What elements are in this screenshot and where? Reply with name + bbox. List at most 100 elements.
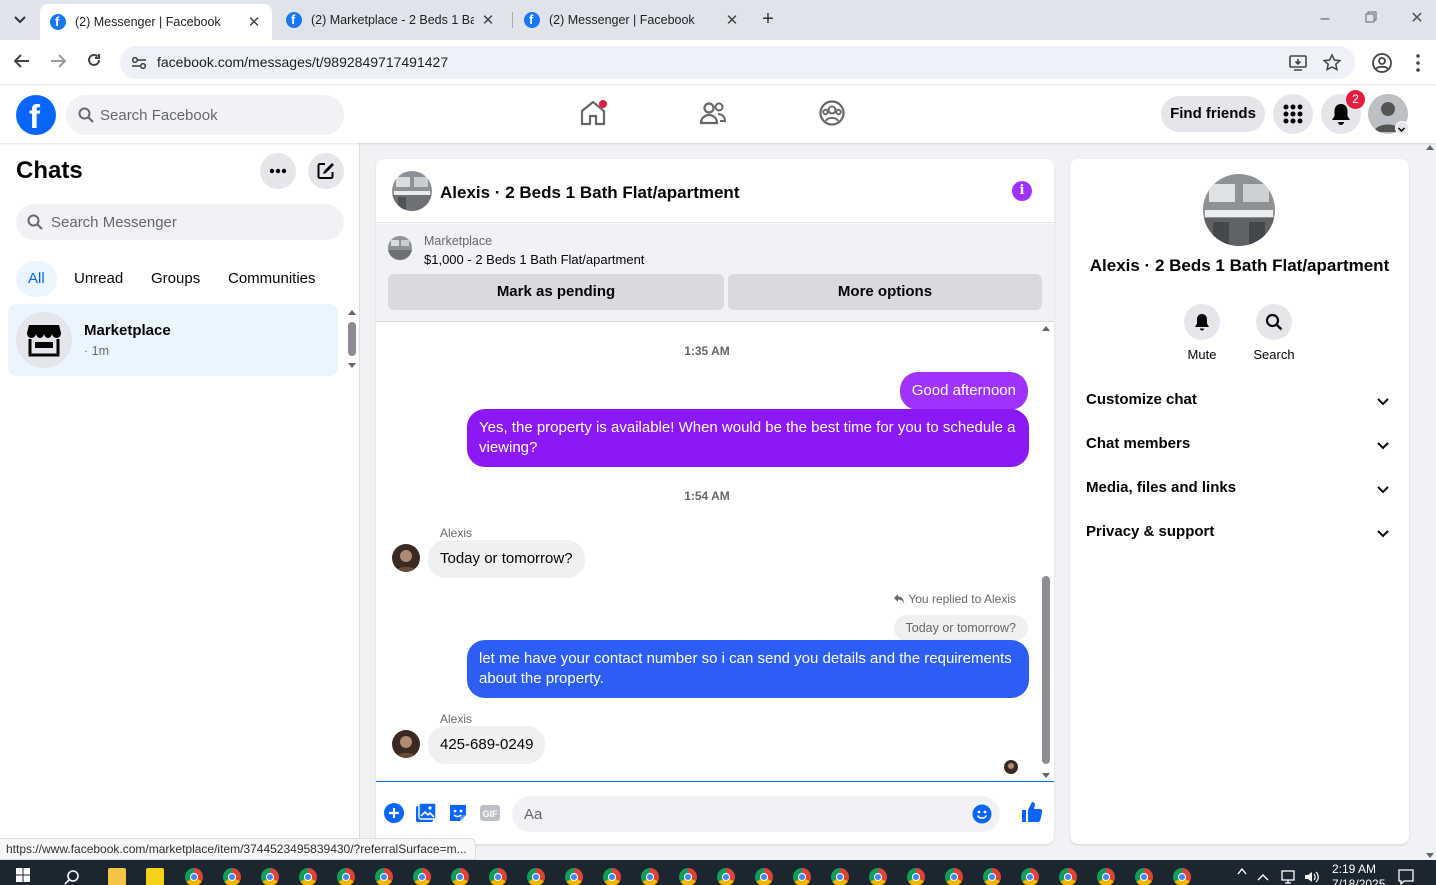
file-explorer-icon[interactable] — [108, 868, 126, 885]
conversation-title[interactable]: Alexis · 2 Beds 1 Bath Flat/apartment — [440, 183, 739, 203]
tab-close-icon[interactable]: ✕ — [246, 13, 262, 31]
photo-icon[interactable] — [415, 802, 437, 824]
install-app-icon[interactable] — [1288, 53, 1308, 73]
alexis-avatar[interactable] — [392, 730, 420, 758]
menu-button[interactable] — [1273, 94, 1313, 134]
scroll-up-arrow-icon[interactable] — [1042, 326, 1050, 331]
chrome-taskbar-icon[interactable] — [945, 868, 963, 885]
reload-button[interactable] — [81, 50, 107, 76]
mark-pending-button[interactable]: Mark as pending — [388, 274, 724, 310]
section-privacy-support[interactable]: Privacy & support — [1078, 511, 1401, 555]
bookmark-star-icon[interactable] — [1322, 53, 1342, 73]
chrome-taskbar-icon[interactable] — [755, 868, 773, 885]
gif-icon[interactable]: GIF — [479, 802, 501, 824]
chrome-taskbar-icon[interactable] — [565, 868, 583, 885]
chrome-taskbar-icon[interactable] — [185, 868, 203, 885]
site-settings-icon[interactable] — [130, 54, 148, 72]
scroll-down-arrow-icon[interactable] — [1042, 773, 1050, 778]
incoming-message[interactable]: Today or tomorrow? — [428, 540, 585, 578]
scrollbar-thumb[interactable] — [1042, 576, 1050, 764]
new-tab-button[interactable]: + — [757, 8, 779, 30]
emoji-icon[interactable] — [972, 804, 992, 824]
reply-quote[interactable]: Today or tomorrow? — [893, 615, 1028, 641]
chrome-taskbar-icon[interactable] — [375, 868, 393, 885]
forward-button[interactable] — [45, 50, 71, 76]
account-chevron[interactable] — [1395, 121, 1409, 135]
chrome-taskbar-icon[interactable] — [261, 868, 279, 885]
chrome-taskbar-icon[interactable] — [983, 868, 1001, 885]
chrome-taskbar-icon[interactable] — [527, 868, 545, 885]
find-friends-button[interactable]: Find friends — [1161, 96, 1265, 132]
chrome-taskbar-icon[interactable] — [451, 868, 469, 885]
chrome-taskbar-icon[interactable] — [337, 868, 355, 885]
tray-chevron-icon[interactable] — [1256, 872, 1270, 882]
tab-close-icon[interactable]: ✕ — [724, 11, 740, 29]
message-input[interactable] — [524, 796, 964, 832]
sticker-icon[interactable] — [447, 802, 469, 824]
more-options-button[interactable]: More options — [728, 274, 1042, 310]
section-media-files-links[interactable]: Media, files and links — [1078, 467, 1401, 511]
address-bar[interactable]: facebook.com/messages/t/9892849717491427 — [120, 46, 1355, 79]
chrome-taskbar-icon[interactable] — [223, 868, 241, 885]
chrome-taskbar-icon[interactable] — [1059, 868, 1077, 885]
chrome-taskbar-icon[interactable] — [1021, 868, 1039, 885]
filter-all[interactable]: All — [16, 261, 57, 297]
taskbar-search-icon[interactable] — [64, 869, 80, 885]
listing-avatar[interactable] — [392, 171, 432, 211]
chrome-taskbar-icon[interactable] — [907, 868, 925, 885]
restore-button[interactable] — [1360, 8, 1382, 30]
scroll-down-arrow-icon[interactable] — [348, 363, 356, 368]
messenger-search-input[interactable] — [51, 204, 331, 240]
clock-time[interactable]: 2:19 AM — [1332, 862, 1376, 876]
chrome-taskbar-icon[interactable] — [641, 868, 659, 885]
scroll-down-arrow-icon[interactable] — [1426, 853, 1434, 858]
scrollbar-thumb[interactable] — [348, 322, 356, 356]
notification-center-icon[interactable] — [1398, 869, 1414, 885]
chrome-taskbar-icon[interactable] — [793, 868, 811, 885]
plus-circle-icon[interactable] — [383, 802, 405, 824]
network-icon[interactable] — [1280, 870, 1296, 884]
scroll-up-arrow-icon[interactable] — [348, 310, 356, 315]
nav-friends[interactable] — [698, 98, 728, 128]
listing-thumbnail[interactable] — [388, 236, 412, 260]
message-input-wrapper[interactable] — [512, 796, 1000, 832]
facebook-search[interactable] — [66, 95, 344, 135]
chat-list-scrollbar[interactable] — [344, 308, 360, 370]
chrome-taskbar-icon[interactable] — [413, 868, 431, 885]
browser-tab-3[interactable]: (2) Messenger | Facebook ✕ — [514, 4, 750, 36]
scroll-up-arrow-icon[interactable] — [1426, 145, 1434, 150]
search-action[interactable]: Search — [1244, 304, 1304, 362]
chrome-taskbar-icon[interactable] — [489, 868, 507, 885]
tab-search-button[interactable] — [6, 6, 34, 34]
messenger-search[interactable] — [16, 204, 344, 240]
filter-communities[interactable]: Communities — [216, 261, 328, 297]
alexis-avatar[interactable] — [392, 544, 420, 572]
chrome-taskbar-icon[interactable] — [869, 868, 887, 885]
chat-options-button[interactable] — [260, 153, 296, 189]
filter-unread[interactable]: Unread — [62, 261, 135, 297]
search-in-chat-button[interactable] — [1256, 304, 1292, 340]
outgoing-message[interactable]: Good afternoon — [899, 372, 1028, 410]
outgoing-message[interactable]: let me have your contact number so i can… — [467, 640, 1029, 698]
chrome-taskbar-icon[interactable] — [717, 868, 735, 885]
section-chat-members[interactable]: Chat members — [1078, 423, 1401, 467]
mute-button[interactable] — [1184, 304, 1220, 340]
incoming-message[interactable]: 425-689-0249 — [428, 726, 546, 764]
listing-price-title[interactable]: $1,000 - 2 Beds 1 Bath Flat/apartment — [424, 252, 644, 267]
sticky-notes-icon[interactable] — [146, 868, 164, 885]
filter-groups[interactable]: Groups — [139, 261, 212, 297]
facebook-search-input[interactable] — [100, 95, 330, 135]
thread-scrollbar[interactable] — [1038, 322, 1054, 782]
back-button[interactable] — [9, 50, 35, 76]
chrome-taskbar-icon[interactable] — [1173, 868, 1191, 885]
close-window-button[interactable]: ✕ — [1406, 8, 1428, 30]
section-customize-chat[interactable]: Customize chat — [1078, 379, 1401, 423]
thumbs-up-icon[interactable] — [1020, 800, 1044, 824]
chrome-taskbar-icon[interactable] — [603, 868, 621, 885]
browser-tab-2[interactable]: (2) Marketplace - 2 Beds 1 Bath ✕ — [276, 4, 506, 36]
clock-date[interactable]: 7/18/2025 — [1332, 877, 1385, 885]
nav-home[interactable] — [578, 98, 608, 128]
tab-close-icon[interactable]: ✕ — [480, 11, 496, 29]
outgoing-message[interactable]: Yes, the property is available! When wou… — [467, 409, 1029, 467]
tray-expand-icon[interactable] — [1237, 862, 1247, 875]
